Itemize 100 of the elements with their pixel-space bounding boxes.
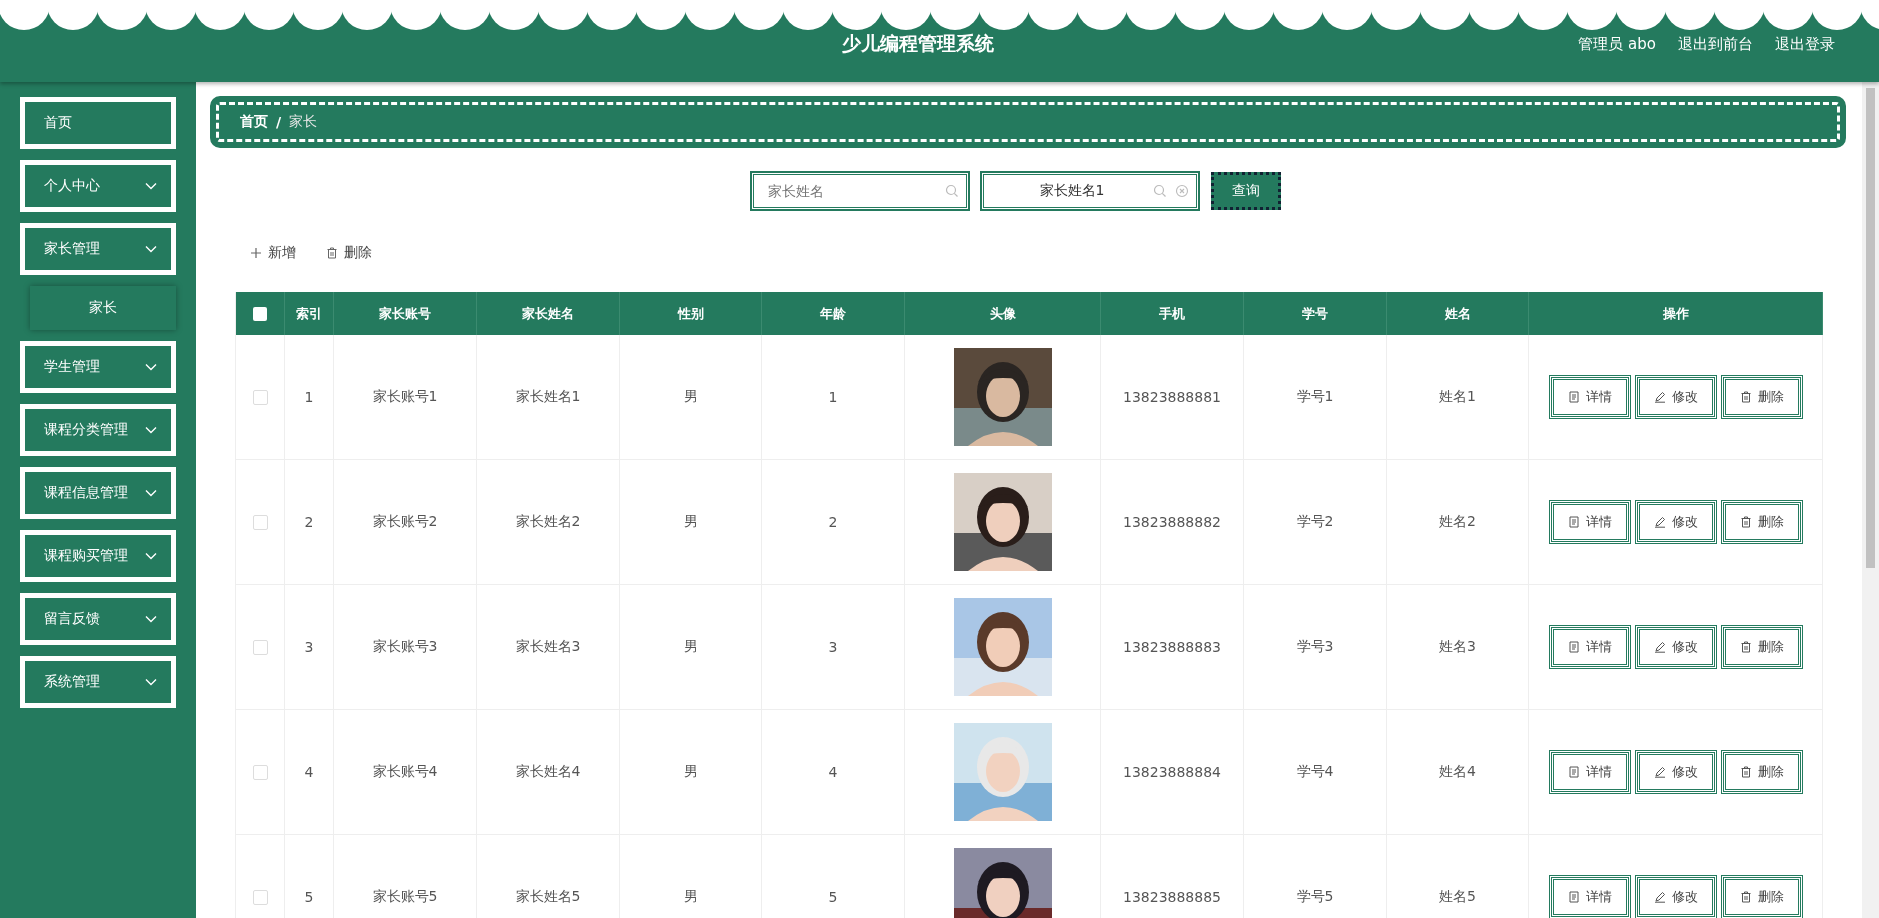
sidebar-item[interactable]: 留言反馈 (20, 593, 176, 645)
edit-button[interactable]: 修改 (1636, 752, 1715, 792)
table-cell: 男 (683, 763, 698, 781)
column-header: 操作 (1662, 304, 1689, 323)
sidebar-item[interactable]: 个人中心 (20, 160, 176, 212)
table-cell: 3 (828, 639, 838, 655)
chevron-icon (145, 615, 157, 623)
table-cell: 5 (304, 889, 314, 905)
table-cell: 13823888883 (1123, 639, 1221, 655)
chevron-icon (145, 245, 157, 253)
column-header: 手机 (1159, 304, 1185, 323)
row-checkbox[interactable] (252, 889, 268, 905)
scrollbar[interactable] (1862, 82, 1879, 918)
edit-button[interactable]: 修改 (1636, 877, 1715, 917)
row-checkbox[interactable] (252, 514, 268, 530)
trash-icon (1739, 391, 1752, 403)
edit-button[interactable]: 修改 (1636, 502, 1715, 542)
breadcrumb-link[interactable]: 首页 (240, 113, 268, 131)
table-cell: 姓名3 (1439, 638, 1476, 656)
table-cell: 学号4 (1296, 763, 1334, 781)
table-cell: 2 (304, 514, 314, 530)
search-button[interactable]: 查询 (1211, 172, 1281, 210)
sidebar-subitem[interactable]: 家长 (30, 286, 176, 330)
row-checkbox[interactable] (252, 764, 268, 780)
document-icon (1567, 641, 1580, 653)
table-cell: 姓名1 (1439, 388, 1476, 406)
table-cell: 5 (828, 889, 838, 905)
details-button[interactable]: 详情 (1550, 627, 1629, 667)
trash-icon (1739, 891, 1752, 903)
details-button[interactable]: 详情 (1550, 502, 1629, 542)
row-checkbox[interactable] (252, 639, 268, 655)
table-cell: 家长姓名2 (515, 513, 581, 531)
select-all-checkbox[interactable] (253, 306, 267, 321)
details-button[interactable]: 详情 (1550, 877, 1629, 917)
table-cell: 男 (683, 388, 698, 406)
delete-button[interactable]: 删除 (1722, 752, 1801, 792)
edit-button[interactable]: 修改 (1636, 377, 1715, 417)
column-header: 性别 (677, 304, 704, 323)
table-cell: 家长账号2 (372, 513, 438, 531)
document-icon (1567, 391, 1580, 403)
table-cell: 学号2 (1296, 513, 1334, 531)
sidebar-item[interactable]: 课程信息管理 (20, 467, 176, 519)
header-link[interactable]: 管理员 abo (1578, 34, 1656, 54)
table-cell: 3 (304, 639, 314, 655)
sidebar-item[interactable]: 家长管理 (20, 223, 176, 275)
table-cell: 家长账号5 (372, 888, 438, 906)
sidebar-item[interactable]: 课程分类管理 (20, 404, 176, 456)
table-cell: 家长姓名4 (515, 763, 581, 781)
table-cell: 13823888882 (1123, 514, 1221, 530)
trash-icon (326, 247, 338, 259)
header-link[interactable]: 退出登录 (1775, 34, 1835, 54)
row-checkbox[interactable] (252, 389, 268, 405)
table-cell: 家长姓名3 (515, 638, 581, 656)
details-button[interactable]: 详情 (1550, 377, 1629, 417)
column-header: 年龄 (820, 304, 846, 323)
sidebar-item[interactable]: 首页 (20, 97, 176, 149)
table-cell: 家长账号1 (372, 388, 438, 406)
pencil-icon (1653, 516, 1666, 528)
delete-button[interactable]: 删除 (1722, 377, 1801, 417)
details-button[interactable]: 详情 (1550, 752, 1629, 792)
sidebar-item[interactable]: 系统管理 (20, 656, 176, 708)
table-cell: 4 (304, 764, 314, 780)
column-header: 索引 (296, 304, 322, 323)
column-header: 学号 (1302, 304, 1328, 323)
chevron-icon (145, 678, 157, 686)
edit-button[interactable]: 修改 (1636, 627, 1715, 667)
delete-button[interactable]: 删除 (1722, 502, 1801, 542)
pencil-icon (1653, 641, 1666, 653)
column-header: 家长姓名 (522, 304, 574, 323)
search-field[interactable]: 家长姓名1 (981, 172, 1199, 210)
table-cell: 4 (828, 764, 838, 780)
chevron-icon (145, 182, 157, 190)
table-cell: 1 (304, 389, 314, 405)
delete-button[interactable]: 删除 (1722, 627, 1801, 667)
column-header: 家长账号 (379, 304, 431, 323)
breadcrumb-link[interactable]: 家长 (289, 113, 318, 131)
table-cell: 家长账号4 (372, 763, 438, 781)
header-link[interactable]: 退出到前台 (1678, 34, 1753, 54)
trash-icon (1739, 641, 1752, 653)
add-button[interactable]: 新增 (248, 240, 298, 266)
column-header: 姓名 (1444, 304, 1471, 323)
table-cell: 男 (683, 638, 698, 656)
search-field[interactable]: 家长姓名 (751, 172, 969, 210)
table-cell: 家长姓名1 (515, 388, 581, 406)
table-cell: 13823888884 (1123, 764, 1221, 780)
pencil-icon (1653, 891, 1666, 903)
chevron-icon (145, 489, 157, 497)
document-icon (1567, 516, 1580, 528)
breadcrumb-separator: / (276, 114, 282, 130)
chevron-icon (145, 363, 157, 371)
delete-button[interactable]: 删除 (324, 240, 374, 266)
pencil-icon (1653, 766, 1666, 778)
table-cell: 13823888881 (1123, 389, 1221, 405)
table-cell: 男 (683, 888, 698, 906)
sidebar-item[interactable]: 学生管理 (20, 341, 176, 393)
table-cell: 男 (683, 513, 698, 531)
sidebar-item[interactable]: 课程购买管理 (20, 530, 176, 582)
delete-button[interactable]: 删除 (1722, 877, 1801, 917)
clear-icon[interactable] (1175, 184, 1189, 198)
chevron-icon (145, 426, 157, 434)
